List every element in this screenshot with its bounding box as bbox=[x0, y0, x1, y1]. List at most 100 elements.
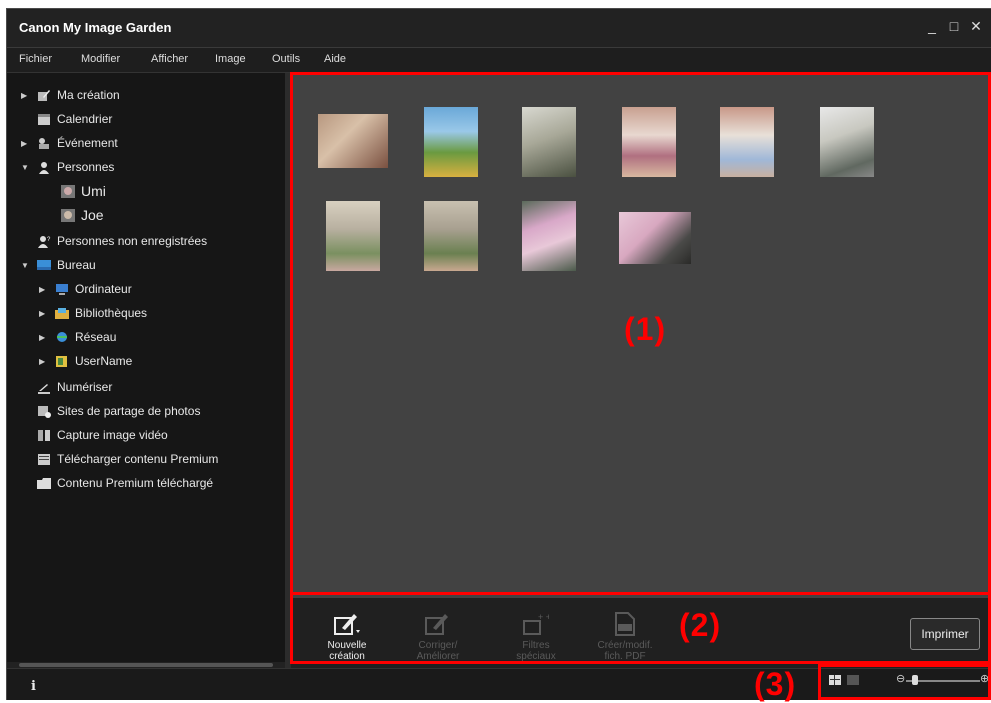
sidebar-item-contenu-premium[interactable]: Contenu Premium téléchargé bbox=[37, 473, 213, 493]
new-creation-icon bbox=[334, 614, 360, 635]
info-icon[interactable]: i bbox=[31, 679, 36, 694]
photo-thumbnail[interactable] bbox=[522, 107, 576, 177]
menu-aide[interactable]: Aide bbox=[324, 53, 346, 65]
callout-label-1: (1) bbox=[624, 311, 667, 347]
special-filters-button[interactable]: + + Filtres spéciaux bbox=[502, 612, 570, 662]
status-bar: i bbox=[7, 668, 991, 700]
maximize-button[interactable]: □ bbox=[947, 18, 961, 35]
correct-enhance-button[interactable]: Corriger/ Améliorer bbox=[404, 612, 472, 662]
sidebar-item-personnes[interactable]: ▼ Personnes bbox=[21, 157, 114, 177]
download-premium-icon bbox=[38, 453, 50, 465]
photo-thumbnail[interactable] bbox=[424, 201, 478, 271]
sidebar-item-calendrier[interactable]: Calendrier bbox=[37, 109, 112, 129]
menu-image[interactable]: Image bbox=[215, 53, 246, 65]
collapse-arrow-icon[interactable]: ▼ bbox=[21, 261, 31, 270]
photo-thumbnail[interactable] bbox=[619, 212, 691, 264]
sidebar-item-label: Événement bbox=[57, 136, 118, 150]
sidebar-item-label: Réseau bbox=[75, 330, 117, 344]
sidebar-item-label: Joe bbox=[81, 207, 104, 223]
calendar-icon bbox=[38, 113, 50, 125]
title-bar: Canon My Image Garden _ □ ✕ bbox=[7, 9, 991, 48]
app-window: Canon My Image Garden _ □ ✕ Fichier Modi… bbox=[6, 8, 991, 700]
sidebar-item-numeriser[interactable]: Numériser bbox=[37, 377, 112, 397]
print-button[interactable]: Imprimer bbox=[910, 618, 980, 650]
minimize-button[interactable]: _ bbox=[925, 18, 939, 35]
computer-icon bbox=[56, 283, 68, 295]
photo-thumbnail[interactable] bbox=[326, 201, 380, 271]
sidebar-item-personnes-non-enregistrees[interactable]: ? Personnes non enregistrées bbox=[37, 231, 207, 251]
menu-outils[interactable]: Outils bbox=[272, 53, 300, 65]
callout-label-2: (2) bbox=[679, 607, 722, 643]
callout-label-3: (3) bbox=[754, 666, 797, 702]
pdf-icon bbox=[615, 612, 635, 636]
photo-thumbnail[interactable] bbox=[622, 107, 676, 177]
thumbnail-area bbox=[291, 73, 991, 668]
expand-arrow-icon[interactable]: ▶ bbox=[21, 91, 31, 100]
libraries-icon bbox=[55, 307, 69, 319]
sidebar-item-bibliotheques[interactable]: ▶ Bibliothèques bbox=[39, 303, 147, 323]
sidebar-item-label: Bibliothèques bbox=[75, 306, 148, 320]
create-edit-pdf-button[interactable]: Créer/modif. fich. PDF bbox=[591, 612, 659, 662]
scan-icon bbox=[38, 383, 50, 394]
zoom-slider-handle[interactable] bbox=[912, 675, 918, 685]
sidebar-item-label: Bureau bbox=[57, 258, 96, 272]
event-icon bbox=[39, 137, 49, 149]
expand-arrow-icon[interactable]: ▶ bbox=[39, 357, 49, 366]
sidebar-item-label: Personnes non enregistrées bbox=[57, 234, 208, 248]
unregistered-person-icon: ? bbox=[38, 235, 51, 248]
sidebar-item-label: Personnes bbox=[57, 160, 115, 174]
thumbnail-view-icon[interactable] bbox=[829, 675, 841, 685]
sidebar-item-label: Sites de partage de photos bbox=[57, 404, 201, 418]
toolbar-button-label: Filtres spéciaux bbox=[516, 640, 556, 662]
photo-sharing-icon bbox=[38, 405, 51, 418]
collapse-arrow-icon[interactable]: ▼ bbox=[21, 163, 31, 172]
special-filters-icon: + + bbox=[523, 612, 549, 635]
sidebar-item-evenement[interactable]: ▶ Événement bbox=[21, 133, 118, 153]
video-capture-icon bbox=[38, 429, 50, 441]
action-toolbar: Nouvelle création Corriger/ Améliorer + … bbox=[291, 598, 991, 668]
photo-thumbnail[interactable] bbox=[522, 201, 576, 271]
zoom-in-icon[interactable]: ⊕ bbox=[980, 672, 989, 685]
menu-afficher[interactable]: Afficher bbox=[151, 53, 188, 65]
sidebar-item-ma-creation[interactable]: ▶ Ma création bbox=[21, 85, 120, 105]
menu-fichier[interactable]: Fichier bbox=[19, 53, 52, 65]
correct-enhance-icon bbox=[425, 614, 448, 635]
sidebar-item-label: Capture image vidéo bbox=[57, 428, 168, 442]
sidebar-item-username[interactable]: ▶ UserName bbox=[39, 351, 132, 371]
sidebar-item-capture-video[interactable]: Capture image vidéo bbox=[37, 425, 168, 445]
toolbar-button-label: Créer/modif. fich. PDF bbox=[597, 640, 653, 662]
expand-arrow-icon[interactable]: ▶ bbox=[39, 333, 49, 342]
menu-bar: Fichier Modifier Afficher Image Outils A… bbox=[7, 48, 991, 73]
sidebar-item-sites-partage[interactable]: Sites de partage de photos bbox=[37, 401, 200, 421]
svg-text:?: ? bbox=[47, 237, 51, 243]
toolbar-button-label: Nouvelle création bbox=[327, 640, 367, 662]
sidebar-item-label: Télécharger contenu Premium bbox=[57, 452, 219, 466]
sidebar-item-label: Numériser bbox=[57, 380, 113, 394]
face-icon bbox=[61, 184, 75, 198]
zoom-out-icon[interactable]: ⊖ bbox=[896, 672, 905, 685]
creation-icon bbox=[38, 89, 50, 101]
sidebar-item-telecharger-premium[interactable]: Télécharger contenu Premium bbox=[37, 449, 218, 469]
photo-thumbnail[interactable] bbox=[424, 107, 478, 177]
sidebar-item-bureau[interactable]: ▼ Bureau bbox=[21, 255, 96, 275]
expand-arrow-icon[interactable]: ▶ bbox=[39, 285, 49, 294]
sidebar-item-umi[interactable]: Umi bbox=[61, 181, 106, 201]
sidebar-item-label: Calendrier bbox=[57, 112, 113, 126]
expand-arrow-icon[interactable]: ▶ bbox=[21, 139, 31, 148]
face-icon bbox=[61, 208, 75, 222]
photo-thumbnail[interactable] bbox=[318, 114, 388, 168]
user-folder-icon bbox=[56, 355, 67, 367]
sidebar-item-joe[interactable]: Joe bbox=[61, 205, 104, 225]
close-button[interactable]: ✕ bbox=[969, 18, 983, 35]
menu-modifier[interactable]: Modifier bbox=[81, 53, 120, 65]
sidebar-item-label: UserName bbox=[75, 354, 133, 368]
photo-thumbnail[interactable] bbox=[820, 107, 874, 177]
expand-arrow-icon[interactable]: ▶ bbox=[39, 309, 49, 318]
sidebar-item-label: Contenu Premium téléchargé bbox=[57, 476, 214, 490]
downloaded-premium-icon bbox=[37, 477, 51, 489]
new-creation-button[interactable]: Nouvelle création bbox=[313, 612, 381, 662]
sidebar-item-reseau[interactable]: ▶ Réseau bbox=[39, 327, 116, 347]
details-view-icon[interactable] bbox=[847, 675, 859, 685]
sidebar-item-ordinateur[interactable]: ▶ Ordinateur bbox=[39, 279, 132, 299]
photo-thumbnail[interactable] bbox=[720, 107, 774, 177]
